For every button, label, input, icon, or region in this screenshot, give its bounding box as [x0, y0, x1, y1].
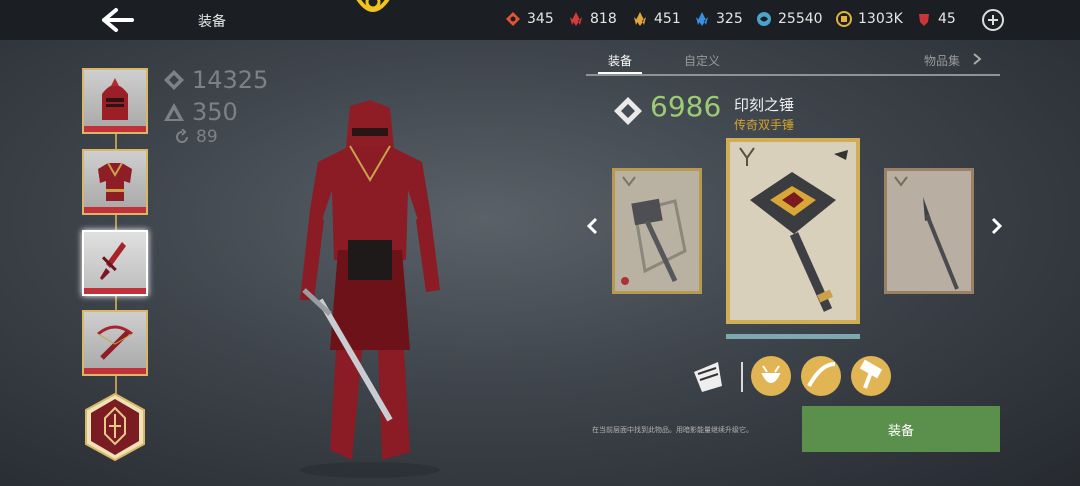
sword-icon [100, 242, 126, 280]
skill-slash[interactable] [801, 356, 841, 396]
tab-bar: 装备 自定义 物品集 [586, 48, 1000, 76]
resource-coins: 1303K [836, 11, 903, 27]
slot-armor[interactable] [82, 149, 148, 215]
slot-rarity-bar [84, 368, 146, 374]
top-bar: 装备 345 818 451 325 25540 1303K 45 [0, 0, 1080, 40]
coin-icon [836, 11, 852, 27]
back-arrow-icon [102, 8, 134, 32]
item-card-next[interactable] [884, 168, 974, 294]
resource-blue-crystal: 325 [694, 11, 743, 27]
tab-equipment[interactable]: 装备 [608, 52, 632, 69]
resource-value: 45 [938, 11, 956, 27]
refresh-icon [176, 129, 188, 143]
hammer-icon [859, 359, 883, 389]
stat-level-value: 350 [192, 98, 238, 126]
resource-value: 345 [527, 11, 554, 27]
blue-crystal-icon [696, 12, 708, 26]
soul-orb-icon [757, 12, 771, 26]
slash-icon [807, 362, 836, 387]
item-source-hint: 在当前层面中找到此物品。用暗影能量继续升级它。 [592, 426, 753, 434]
slot-weapon[interactable] [82, 230, 148, 296]
carousel-prev-button[interactable] [585, 216, 599, 236]
resource-gold-crystal: 451 [632, 11, 681, 27]
slot-rarity-bar [84, 126, 146, 132]
armor-icon [98, 162, 132, 201]
resource-value: 1303K [858, 11, 903, 27]
character-model [300, 100, 440, 478]
resource-soul-orb: 25540 [756, 11, 823, 27]
slot-magic[interactable] [83, 392, 147, 462]
tab-customize[interactable]: 自定义 [684, 52, 720, 69]
resource-value: 451 [654, 11, 681, 27]
selected-card-indicator [726, 334, 860, 339]
demon-face-icon [761, 365, 781, 383]
crossbow-icon [97, 325, 133, 360]
resource-value: 25540 [778, 11, 823, 27]
slot-rarity-bar [84, 207, 146, 213]
stat-power: 14325 [162, 66, 268, 94]
map-hammer-icon [621, 176, 687, 285]
chevron-right-icon [973, 53, 982, 65]
slot-rarity-bar [84, 288, 146, 294]
skill-demon-face[interactable] [751, 356, 791, 396]
item-card-selected[interactable] [726, 138, 860, 324]
item-name: 印刻之锤 [734, 96, 795, 114]
orange-shard-icon [506, 12, 520, 26]
carousel-next-button[interactable] [990, 216, 1004, 236]
active-tab-indicator [598, 72, 642, 74]
back-button[interactable] [98, 6, 138, 34]
slot-helmet[interactable] [82, 68, 148, 134]
page-title: 装备 [198, 14, 226, 30]
red-crystal-icon [570, 12, 582, 26]
resource-value: 325 [716, 11, 743, 27]
item-card-previous[interactable] [612, 168, 702, 294]
add-currency-button[interactable] [982, 9, 1004, 31]
level-triangle-icon [164, 103, 184, 121]
skills-divider [741, 362, 743, 392]
stat-upgrades-value: 89 [196, 127, 218, 147]
tab-collection[interactable]: 物品集 [924, 52, 960, 69]
resource-ruby-gem: 45 [916, 11, 956, 27]
ruby-gem-icon [919, 14, 929, 26]
equip-button[interactable]: 装备 [802, 406, 1000, 452]
slot-ranged[interactable] [82, 310, 148, 376]
heavy-fist-icon[interactable] [688, 356, 728, 396]
power-diamond-icon [164, 70, 184, 90]
item-rarity: 传奇双手锤 [734, 118, 795, 132]
spear-icon [894, 176, 959, 290]
stat-level: 350 [162, 98, 238, 126]
item-power-icon [614, 97, 642, 125]
resource-value: 818 [590, 11, 617, 27]
resource-orange-shard: 345 [505, 11, 554, 27]
gold-crystal-icon [634, 12, 646, 26]
stat-power-value: 14325 [192, 66, 269, 94]
item-power-value: 6986 [650, 90, 722, 123]
faction-emblem-icon [356, 0, 390, 12]
stat-upgrades: 89 [174, 127, 218, 147]
resource-red-crystal: 818 [568, 11, 617, 27]
helmet-icon [102, 78, 128, 120]
war-hammer-icon [739, 147, 848, 312]
skill-hammer[interactable] [851, 356, 891, 396]
